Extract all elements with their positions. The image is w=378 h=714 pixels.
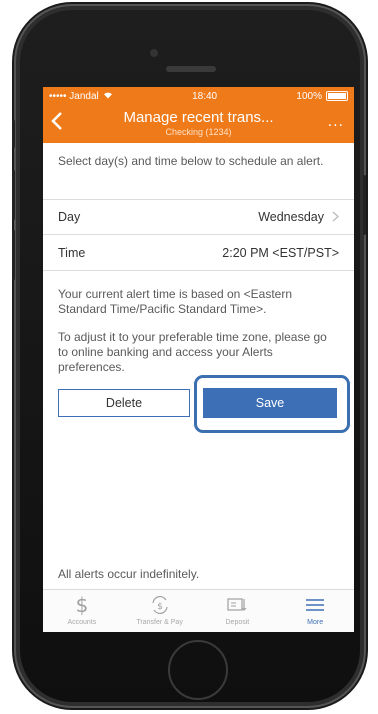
svg-text:$: $ <box>76 594 89 616</box>
tab-label: More <box>307 619 324 626</box>
day-value: Wednesday <box>258 210 324 224</box>
app-screen: ••••• Jandal 18:40 100% Manage recent tr… <box>43 87 354 632</box>
tab-label: Deposit <box>225 619 250 626</box>
intro-text: Select day(s) and time below to schedule… <box>58 154 324 168</box>
tab-bar: $ Accounts $ Transfer & Pay Deposit More <box>43 589 354 632</box>
earpiece-speaker <box>166 66 216 72</box>
tab-accounts[interactable]: $ Accounts <box>43 590 121 632</box>
status-time: 18:40 <box>192 90 218 102</box>
day-label: Day <box>58 210 81 224</box>
front-camera <box>150 49 158 57</box>
tab-deposit[interactable]: Deposit <box>199 590 277 632</box>
wifi-icon <box>103 91 113 102</box>
home-button[interactable] <box>168 640 228 700</box>
day-row[interactable]: Day Wednesday <box>43 199 354 235</box>
battery-icon <box>326 91 348 101</box>
timezone-info-text: Your current alert time is based on <Eas… <box>58 287 293 316</box>
volume-down-button <box>12 230 15 280</box>
save-button[interactable]: Save <box>203 388 337 418</box>
menu-icon <box>305 594 325 616</box>
svg-text:$: $ <box>157 602 163 612</box>
volume-up-button <box>12 170 15 220</box>
time-label: Time <box>58 245 86 260</box>
more-options-button[interactable]: ... <box>328 113 344 131</box>
status-bar: ••••• Jandal 18:40 100% <box>43 87 354 105</box>
time-value: 2:20 PM <EST/PST> <box>222 245 339 260</box>
delete-button[interactable]: Delete <box>58 389 190 417</box>
chevron-right-icon <box>332 209 340 225</box>
tab-label: Transfer & Pay <box>136 619 183 626</box>
nav-bar: Manage recent trans... Checking (1234) .… <box>43 105 354 143</box>
tab-more[interactable]: More <box>276 590 354 632</box>
transfer-icon: $ <box>149 594 171 616</box>
tab-transfer-pay[interactable]: $ Transfer & Pay <box>121 590 199 632</box>
deposit-icon <box>226 594 248 616</box>
mute-switch <box>12 120 15 148</box>
power-button <box>363 175 366 235</box>
battery-percent: 100% <box>296 90 322 102</box>
tab-label: Accounts <box>67 619 97 626</box>
dollar-icon: $ <box>73 594 91 616</box>
footer-note: All alerts occur indefinitely. <box>58 567 200 581</box>
page-title: Manage recent trans... <box>123 109 274 126</box>
carrier-label: ••••• Jandal <box>49 90 99 102</box>
time-row[interactable]: Time 2:20 PM <EST/PST> <box>43 235 354 271</box>
timezone-adjust-text: To adjust it to your preferable time zon… <box>58 330 327 374</box>
account-subtitle: Checking (1234) <box>165 127 232 137</box>
